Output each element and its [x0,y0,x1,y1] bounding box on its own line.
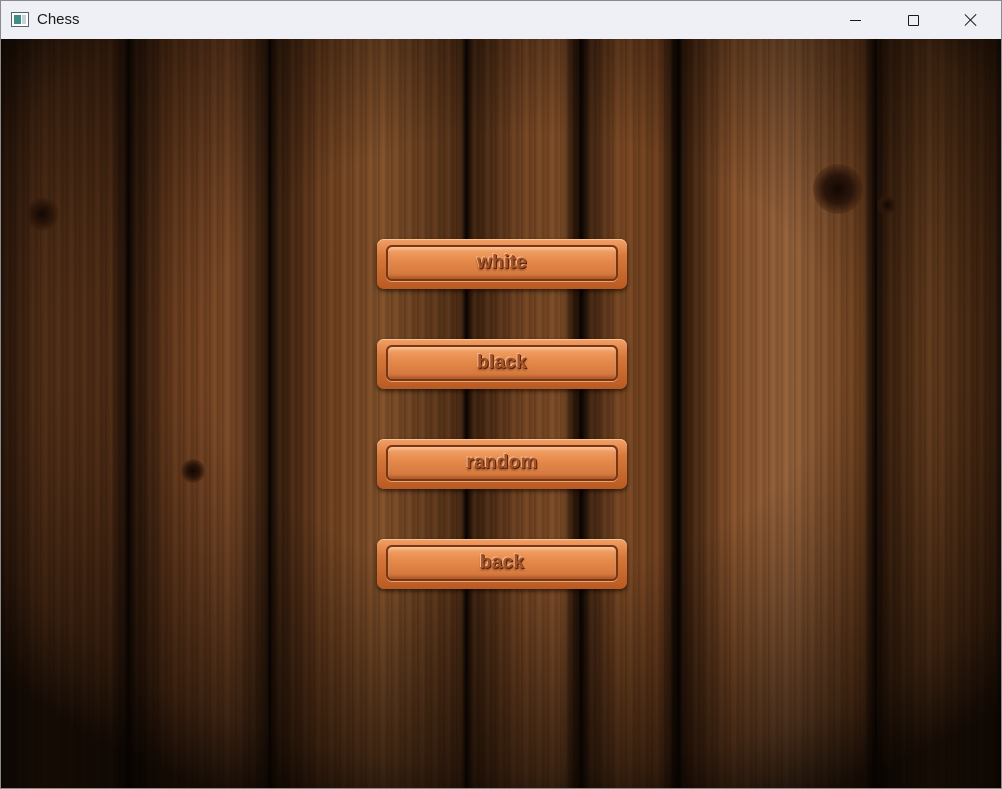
wood-knot [25,197,59,231]
plank-seam [269,39,271,788]
plank-seam [466,39,468,788]
title-bar[interactable]: Chess [1,1,1001,39]
wood-knot [181,459,205,483]
black-button[interactable]: black [377,339,627,389]
plank-seam [677,39,679,788]
close-button[interactable] [942,1,1000,39]
plank-seam [875,39,877,788]
white-button[interactable]: white [377,239,627,289]
plank-seam [128,39,130,788]
plank-seam [579,39,581,788]
black-button-face: black [386,345,618,381]
wood-background: white black random back [1,39,1001,788]
white-button-face: white [386,245,618,281]
random-button-label: random [466,452,538,473]
minimize-icon [849,19,861,21]
wood-knot [813,164,863,214]
back-button-face: back [386,545,618,581]
back-button-label: back [479,552,525,573]
minimize-button[interactable] [826,1,884,39]
black-button-label: black [476,352,528,373]
random-button[interactable]: random [377,439,627,489]
back-button[interactable]: back [377,539,627,589]
maximize-icon [907,14,919,26]
close-icon [964,13,978,27]
window-app-icon [11,12,29,27]
white-button-label: white [476,252,528,273]
random-button-face: random [386,445,618,481]
app-window: Chess white black random back [0,0,1002,789]
window-title: Chess [37,11,80,28]
maximize-button[interactable] [884,1,942,39]
wood-knot [877,195,897,215]
